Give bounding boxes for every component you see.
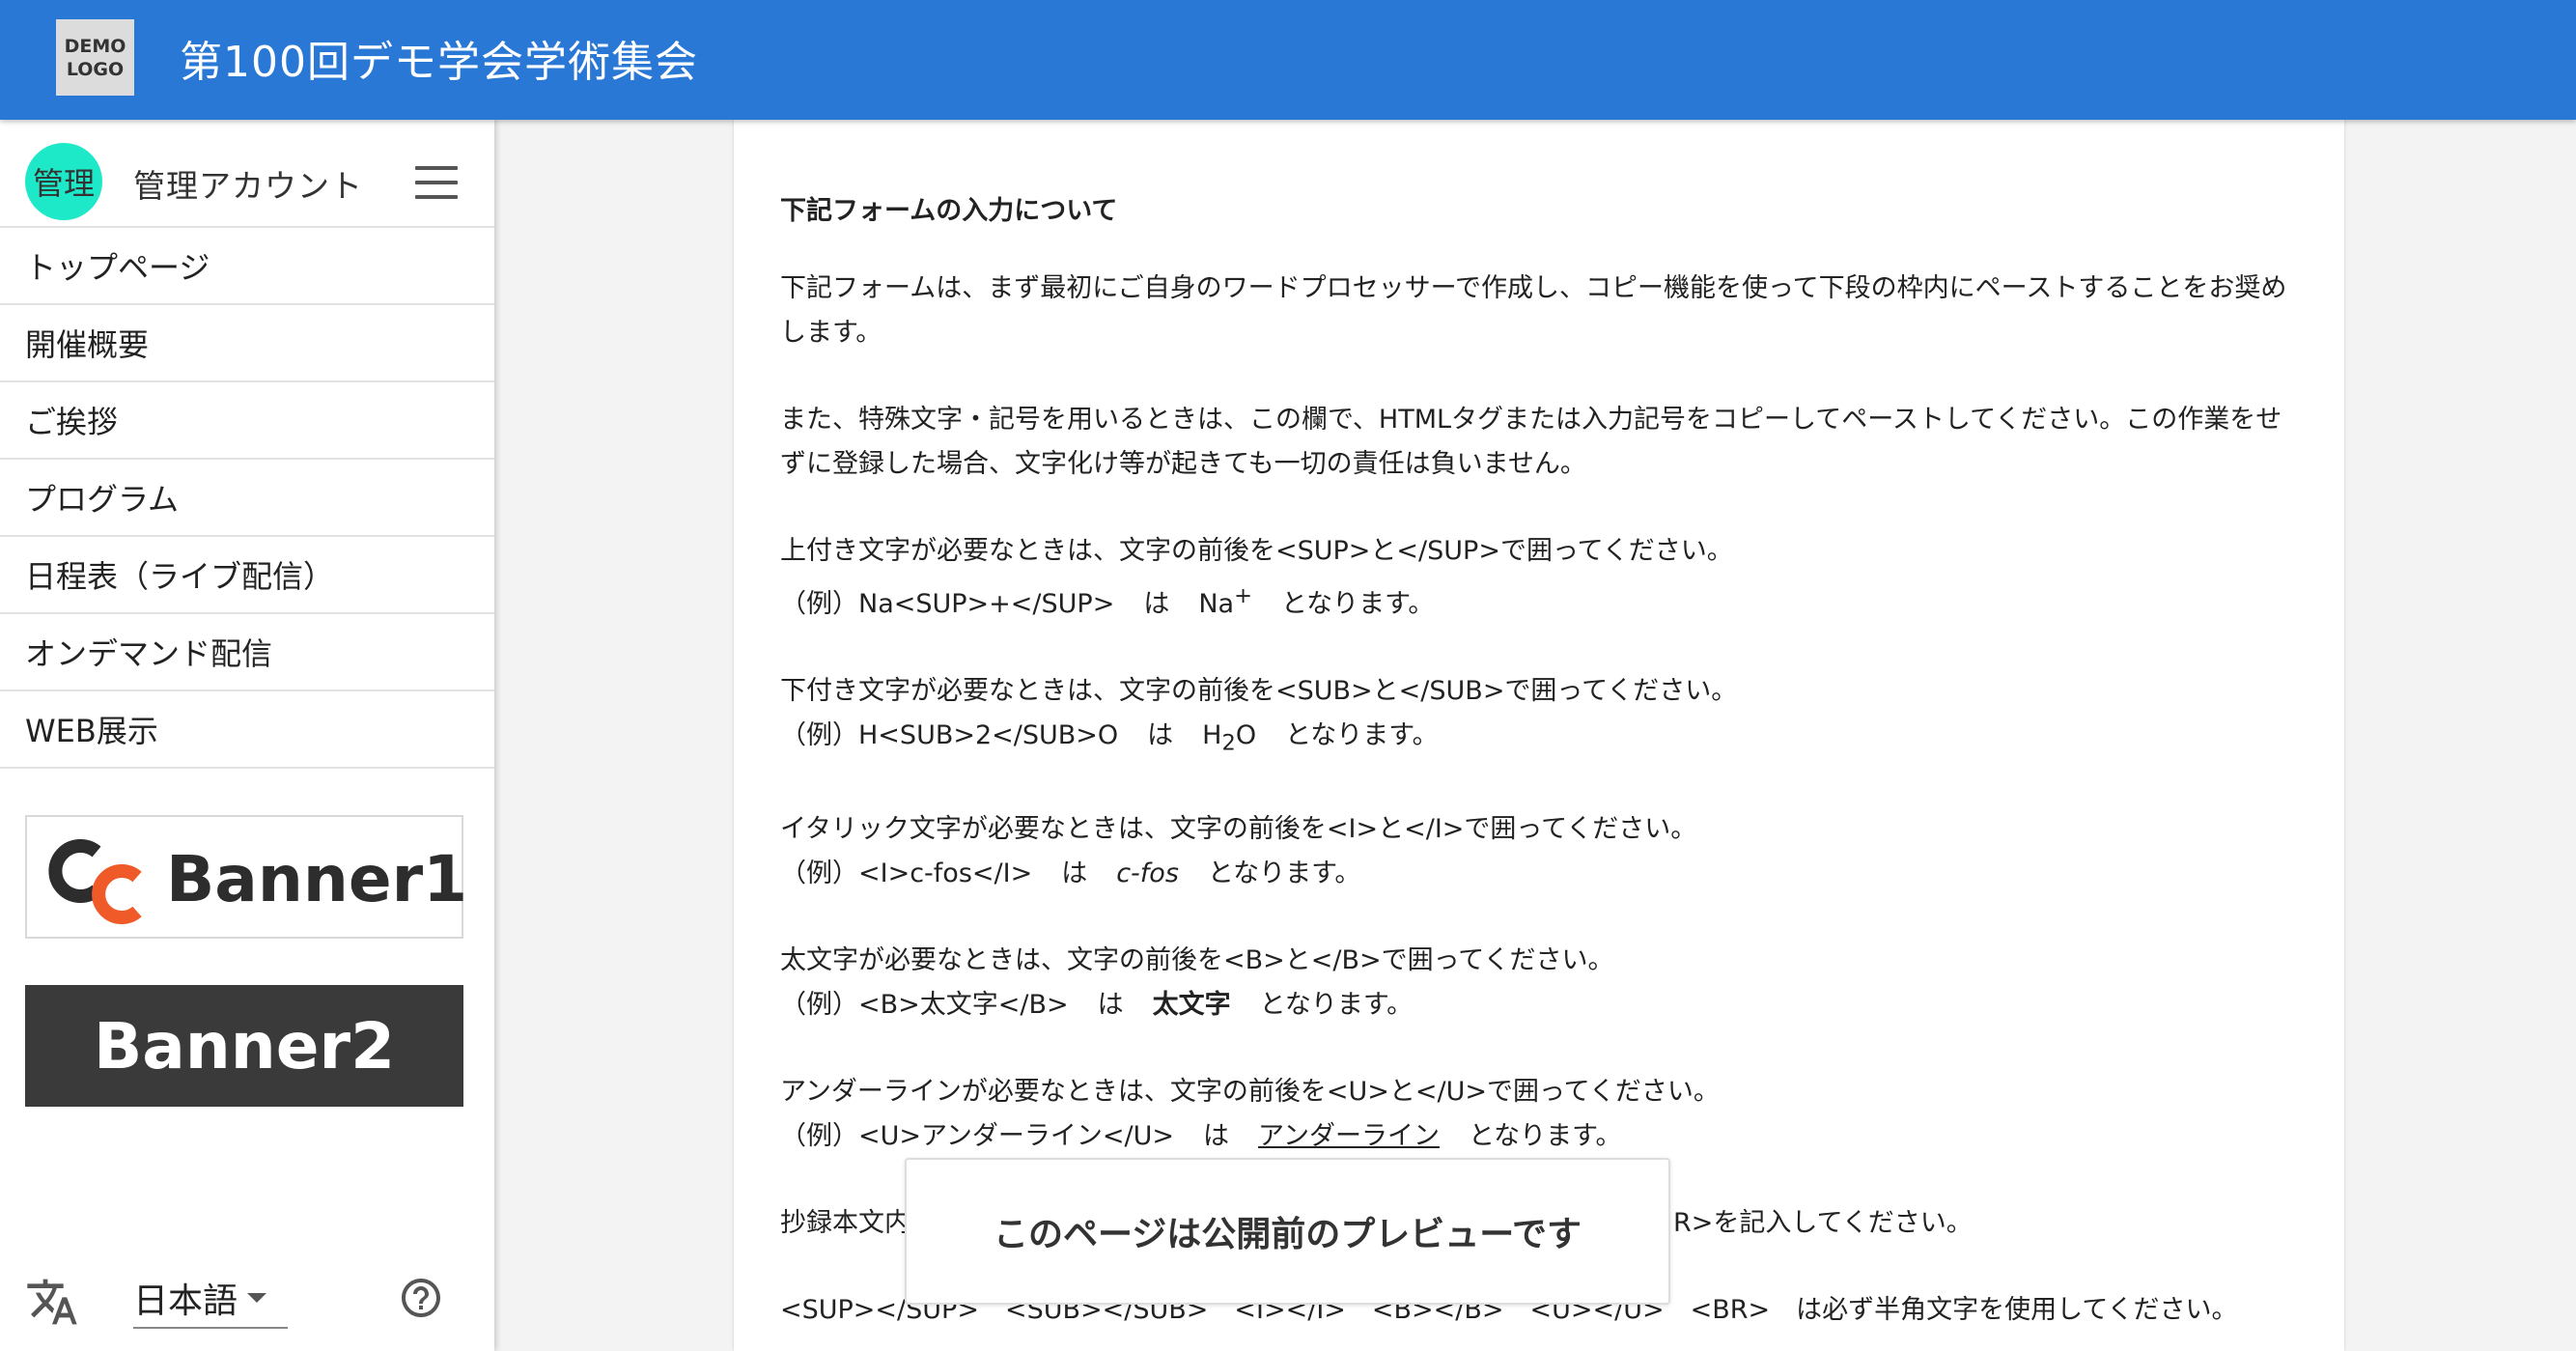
sup-rule: 上付き文字が必要なときは、文字の前後を<SUP>と</SUP>で囲ってください。 — [780, 536, 1733, 566]
sidebar-item-web-exhibition[interactable]: WEB展示 — [0, 691, 494, 769]
bold-example: （例）<B>太文字</B> は太文字 となります。 — [780, 990, 1414, 1021]
sidebar-item-top-page[interactable]: トップページ — [0, 228, 494, 305]
help-circle-icon[interactable] — [398, 1275, 444, 1321]
bold-rule: 太文字が必要なときは、文字の前後を<B>と</B>で囲ってください。 — [780, 945, 1614, 976]
sidebar-item-greeting[interactable]: ご挨拶 — [0, 382, 494, 460]
site-title: 第100回デモ学会学術集会 — [180, 38, 698, 87]
italic-example: （例）<I>c-fos</I> は c-fos となります。 — [780, 858, 1361, 889]
language-select[interactable]: 日本語 — [133, 1269, 288, 1329]
sup-example: （例）Na<SUP>+</SUP> は Na+ となります。 — [780, 583, 1435, 619]
sidebar: 管理 管理アカウント トップページ 開催概要 ご挨拶 プログラム 日程表（ライブ… — [0, 120, 494, 1351]
preview-notice: このページは公開前のプレビューです — [905, 1158, 1670, 1305]
italic-rule: イタリック文字が必要なときは、文字の前後を<I>と</I>で囲ってください。 — [780, 814, 1697, 845]
sidebar-item-program[interactable]: プログラム — [0, 460, 494, 537]
banner-1[interactable]: Banner1 — [25, 815, 467, 939]
avatar[interactable]: 管理 — [25, 143, 102, 220]
banner-2[interactable]: Banner2 — [25, 985, 463, 1107]
underline-rule: アンダーラインが必要なときは、文字の前後を<U>と</U>で囲ってください。 — [780, 1077, 1720, 1108]
sidebar-item-schedule[interactable]: 日程表（ライブ配信） — [0, 537, 494, 614]
hamburger-menu-icon[interactable] — [415, 166, 458, 199]
instructions-heading: 下記フォームの入力について — [780, 196, 1118, 226]
caret-down-icon — [247, 1293, 267, 1303]
account-section: 管理 管理アカウント — [0, 120, 494, 228]
cc-logo-icon — [48, 839, 142, 924]
sidebar-item-overview[interactable]: 開催概要 — [0, 305, 494, 382]
logo-line-2: LOGO — [66, 58, 125, 80]
top-app-bar: DEMO LOGO 第100回デモ学会学術集会 — [0, 0, 2576, 120]
paragraph-1: 下記フォームは、まず最初にご自身のワードプロセッサーで作成し、コピー機能を使って… — [780, 273, 2287, 348]
site-logo[interactable]: DEMO LOGO — [56, 19, 134, 96]
underline-example: （例）<U>アンダーライン</U> はアンダーライン となります。 — [780, 1121, 1622, 1152]
sidebar-nav: トップページ 開催概要 ご挨拶 プログラム 日程表（ライブ配信） オンデマンド配… — [0, 228, 494, 769]
language-bar: 日本語 — [0, 1259, 494, 1351]
paragraph-2: また、特殊文字・記号を用いるときは、この欄で、HTMLタグまたは入力記号をコピー… — [780, 405, 2282, 479]
account-name: 管理アカウント — [133, 167, 363, 205]
sub-rule: 下付き文字が必要なときは、文字の前後を<SUB>と</SUB>で囲ってください。 — [780, 676, 1738, 706]
sub-example: （例）H<SUB>2</SUB>O は H2O となります。 — [780, 720, 1439, 756]
logo-line-1: DEMO — [64, 35, 126, 57]
sidebar-item-on-demand[interactable]: オンデマンド配信 — [0, 614, 494, 691]
translate-icon — [27, 1279, 77, 1325]
language-selected: 日本語 — [133, 1281, 238, 1321]
banner-1-label: Banner1 — [166, 842, 468, 916]
